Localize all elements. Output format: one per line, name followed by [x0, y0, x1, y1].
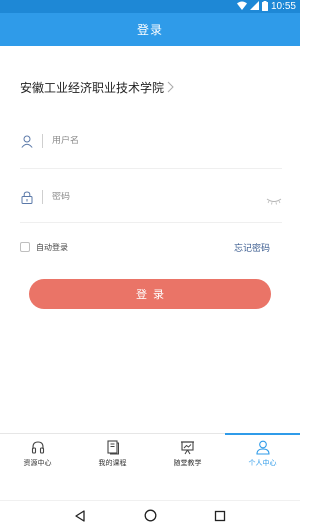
back-icon[interactable]	[72, 508, 88, 524]
nav-label: 随堂教学	[173, 459, 202, 467]
options-row: 自动登录 忘记密码	[20, 239, 270, 255]
field-divider	[42, 190, 43, 204]
status-bar: 10:55	[0, 0, 300, 13]
presentation-icon	[180, 439, 196, 455]
page-title: 登录	[136, 23, 163, 37]
chevron-right-icon	[167, 78, 174, 97]
forgot-password-link[interactable]: 忘记密码	[234, 241, 270, 254]
recents-icon[interactable]	[212, 508, 228, 524]
password-field	[20, 185, 282, 209]
username-input[interactable]	[52, 136, 252, 146]
login-button[interactable]: 登录	[29, 279, 271, 309]
password-underline	[20, 222, 282, 223]
nav-item-personal-center[interactable]: 个人中心	[225, 433, 300, 473]
auto-login-label[interactable]: 自动登录	[36, 242, 68, 253]
bottom-nav: 资源中心 我的课程 随堂教学 个人中心	[0, 433, 300, 473]
nav-label: 个人中心	[248, 459, 277, 467]
username-underline	[20, 168, 282, 169]
lock-icon	[20, 190, 34, 204]
nav-item-my-courses[interactable]: 我的课程	[75, 434, 150, 473]
nav-label: 我的课程	[98, 459, 127, 467]
signal-icon	[249, 1, 259, 13]
auto-login-checkbox[interactable]	[20, 242, 30, 252]
battery-icon	[261, 0, 268, 14]
headphones-icon	[30, 439, 46, 455]
status-icons: 10:55	[236, 0, 296, 14]
username-field	[20, 129, 282, 153]
field-divider	[42, 134, 43, 148]
nav-item-classroom-teaching[interactable]: 随堂教学	[150, 434, 225, 473]
wifi-icon	[236, 1, 247, 13]
school-name: 安徽工业经济职业技术学院	[20, 81, 165, 95]
eye-closed-icon[interactable]	[266, 190, 282, 209]
status-time: 10:55	[270, 1, 296, 12]
title-bar: 登录	[0, 13, 300, 46]
nav-item-resource-center[interactable]: 资源中心	[0, 434, 75, 473]
system-nav-bar	[0, 500, 300, 530]
school-selector[interactable]: 安徽工业经济职业技术学院	[20, 78, 174, 97]
book-icon	[105, 439, 121, 455]
home-icon[interactable]	[142, 508, 158, 524]
user-icon	[20, 134, 34, 148]
nav-label: 资源中心	[23, 459, 52, 467]
person-icon	[255, 439, 271, 455]
password-input[interactable]	[52, 192, 252, 202]
